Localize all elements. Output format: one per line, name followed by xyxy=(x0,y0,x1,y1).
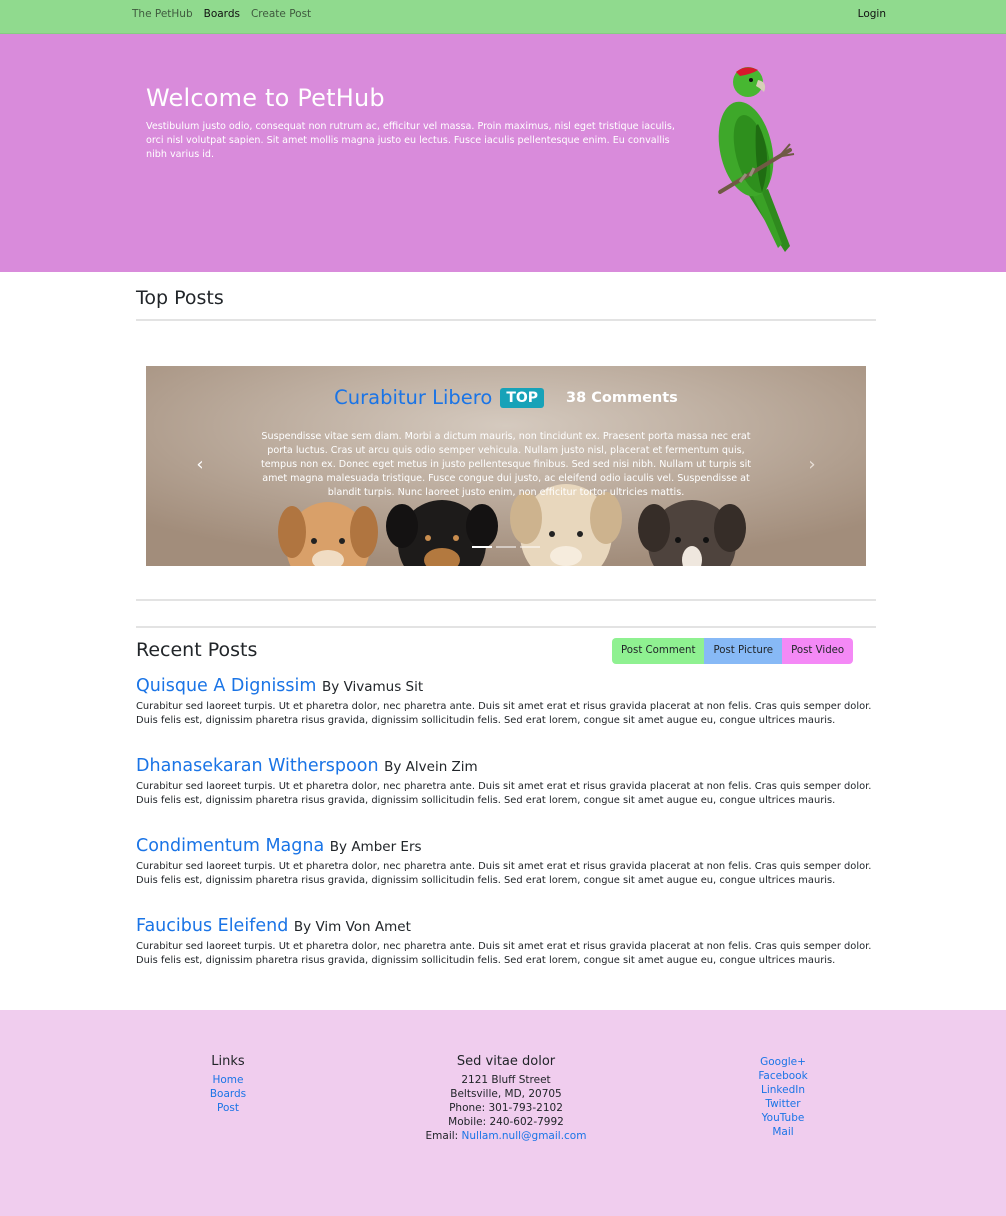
divider xyxy=(136,599,876,601)
parrot-image xyxy=(718,67,795,252)
carousel-prev-icon[interactable]: ‹ xyxy=(190,454,210,478)
post-author: By Amber Ers xyxy=(329,839,422,855)
list-item: Condimentum Magna By Amber Ers Curabitur… xyxy=(136,836,876,888)
top-badge: TOP xyxy=(500,387,545,408)
nav-item-boards[interactable]: Boards xyxy=(204,8,240,20)
email-label: Email: xyxy=(425,1130,459,1142)
hero-title: Welcome to PetHub xyxy=(146,84,385,112)
carousel-indicator[interactable] xyxy=(496,546,516,548)
footer-links: Links Home Boards Post xyxy=(178,1055,278,1115)
carousel-indicators xyxy=(472,546,540,548)
address-email-row: Email: Nullam.null@gmail.com xyxy=(406,1129,606,1143)
footer-link-home[interactable]: Home xyxy=(178,1073,278,1087)
login-link[interactable]: Login xyxy=(858,8,886,20)
carousel-caption: Suspendisse vitae sem diam. Morbi a dict… xyxy=(260,431,751,498)
post-author: By Alvein Zim xyxy=(384,759,478,775)
post-author: By Vivamus Sit xyxy=(322,679,424,695)
footer-social: Google+ Facebook LinkedIn Twitter YouTub… xyxy=(733,1055,833,1139)
recent-posts-title: Recent Posts xyxy=(136,639,258,661)
footer: Links Home Boards Post Sed vitae dolor 2… xyxy=(0,1010,1006,1216)
top-posts-title: Top Posts xyxy=(136,287,224,309)
social-link-googleplus[interactable]: Google+ xyxy=(733,1055,833,1069)
footer-address-title: Sed vitae dolor xyxy=(456,1054,556,1069)
top-posts-carousel: Curabitur Libero TOP 38 Comments Suspend… xyxy=(146,366,866,566)
post-body: Curabitur sed laoreet turpis. Ut et phar… xyxy=(136,861,872,886)
footer-link-boards[interactable]: Boards xyxy=(178,1087,278,1101)
hero-banner: Welcome to PetHub Vestibulum justo odio,… xyxy=(0,34,1006,272)
hero-text: Vestibulum justo odio, consequat non rut… xyxy=(146,121,675,160)
comment-count: 38 Comments xyxy=(566,389,678,406)
post-body: Curabitur sed laoreet turpis. Ut et phar… xyxy=(136,941,872,966)
footer-address: Sed vitae dolor 2121 Bluff Street Beltsv… xyxy=(406,1055,606,1143)
address-city: Beltsville, MD, 20705 xyxy=(450,1088,562,1100)
carousel-indicator[interactable] xyxy=(520,546,540,548)
post-action-buttons: Post Comment Post Picture Post Video xyxy=(612,638,854,664)
carousel-post-title[interactable]: Curabitur Libero xyxy=(334,386,492,409)
footer-links-title: Links xyxy=(211,1054,245,1069)
footer-link-post[interactable]: Post xyxy=(178,1101,278,1115)
divider xyxy=(136,319,876,321)
post-title-link[interactable]: Quisque A Dignissim xyxy=(136,676,316,696)
post-title-link[interactable]: Dhanasekaran Witherspoon xyxy=(136,756,379,776)
email-link[interactable]: Nullam.null@gmail.com xyxy=(462,1130,587,1142)
social-link-mail[interactable]: Mail xyxy=(733,1125,833,1139)
address-phone: Phone: 301-793-2102 xyxy=(449,1102,563,1114)
address-street: 2121 Bluff Street xyxy=(461,1074,551,1086)
divider xyxy=(136,626,876,628)
post-comment-button[interactable]: Post Comment xyxy=(612,638,705,664)
social-link-facebook[interactable]: Facebook xyxy=(733,1069,833,1083)
carousel-indicator[interactable] xyxy=(472,546,492,548)
social-link-twitter[interactable]: Twitter xyxy=(733,1097,833,1111)
post-author: By Vim Von Amet xyxy=(293,919,411,935)
carousel-header: Curabitur Libero TOP 38 Comments xyxy=(146,386,866,409)
post-body: Curabitur sed laoreet turpis. Ut et phar… xyxy=(136,701,872,726)
address-mobile: Mobile: 240-602-7992 xyxy=(448,1116,564,1128)
nav-brand[interactable]: The PetHub xyxy=(132,8,193,20)
post-title-link[interactable]: Faucibus Eleifend xyxy=(136,916,288,936)
list-item: Quisque A Dignissim By Vivamus Sit Curab… xyxy=(136,676,876,728)
nav-links: The PetHub Boards Create Post xyxy=(132,8,311,20)
post-title-link[interactable]: Condimentum Magna xyxy=(136,836,324,856)
post-video-button[interactable]: Post Video xyxy=(782,638,854,664)
list-item: Faucibus Eleifend By Vim Von Amet Curabi… xyxy=(136,916,876,968)
carousel-next-icon[interactable]: › xyxy=(802,454,822,478)
post-body: Curabitur sed laoreet turpis. Ut et phar… xyxy=(136,781,872,806)
post-picture-button[interactable]: Post Picture xyxy=(704,638,783,664)
nav-item-create-post[interactable]: Create Post xyxy=(251,8,311,20)
social-link-linkedin[interactable]: LinkedIn xyxy=(733,1083,833,1097)
navbar: The PetHub Boards Create Post Login xyxy=(0,0,1006,34)
social-link-youtube[interactable]: YouTube xyxy=(733,1111,833,1125)
list-item: Dhanasekaran Witherspoon By Alvein Zim C… xyxy=(136,756,876,808)
